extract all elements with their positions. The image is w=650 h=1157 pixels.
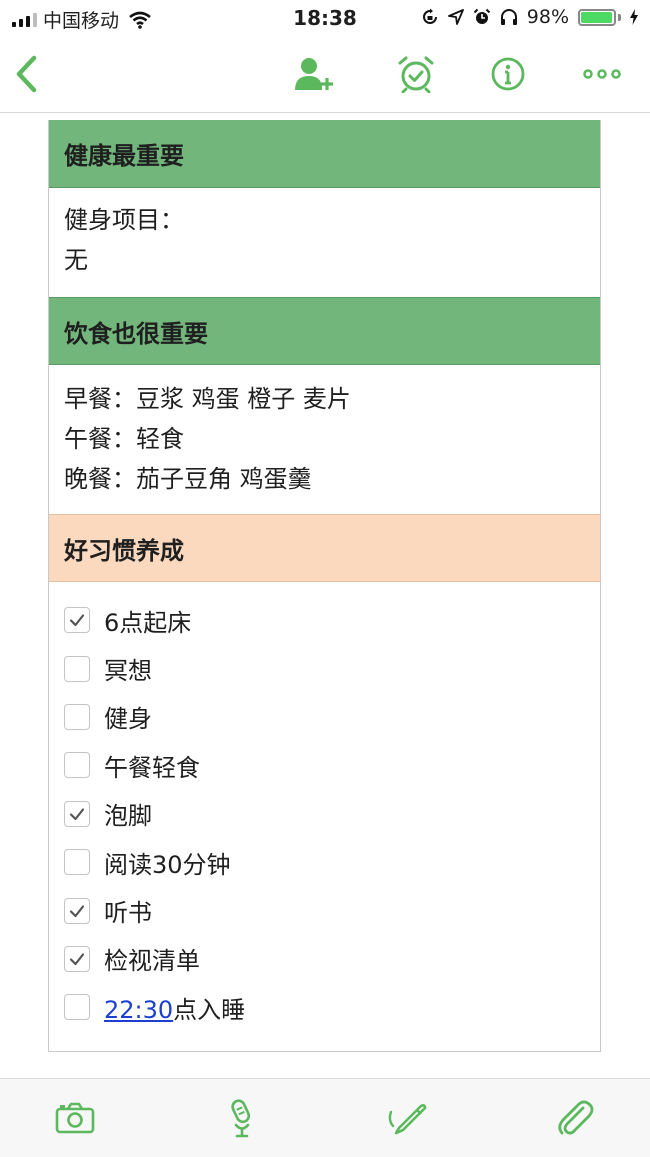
checklist-item: 检视清单 <box>64 935 585 983</box>
back-button[interactable] <box>2 50 50 98</box>
alarm-clock-icon <box>398 56 434 93</box>
pen-icon <box>388 1104 427 1135</box>
battery-icon <box>578 8 621 26</box>
checkmark-icon <box>69 808 85 820</box>
checklist-item: 冥想 <box>64 644 585 692</box>
checklist-item-label: 午餐轻食 <box>104 753 200 782</box>
checkbox[interactable] <box>64 849 90 876</box>
note-nav-bar <box>0 36 650 113</box>
checklist-item: 健身 <box>64 693 585 741</box>
checklist-item: 听书 <box>64 886 585 934</box>
checklist-item-label: 检视清单 <box>104 947 200 976</box>
text-line: 早餐：豆浆 鸡蛋 橙子 麦片 <box>64 385 351 413</box>
alarm-icon <box>473 8 490 24</box>
checklist-item-label: 健身 <box>104 705 152 734</box>
status-bar: 中国移动 18:38 98% <box>0 0 650 36</box>
note-info-button[interactable] <box>484 50 532 98</box>
status-right: 98% <box>421 6 638 28</box>
checkbox[interactable] <box>64 752 90 779</box>
checklist-item-label: 泡脚 <box>104 802 152 831</box>
note-content[interactable]: 健康最重要 健身项目： 无 饮食也很重要 早餐：豆浆 鸡蛋 橙子 麦片 午餐：轻… <box>48 120 601 1052</box>
checklist-item-label: 阅读30分钟 <box>104 850 231 879</box>
checklist-item: 午餐轻食 <box>64 741 585 789</box>
text-line: 午餐：轻食 <box>64 425 184 453</box>
checkbox[interactable] <box>64 800 90 827</box>
checkbox[interactable] <box>64 703 90 730</box>
checklist-item-label: 22:30点入睡 <box>104 990 245 1025</box>
checklist-item: 泡脚 <box>64 790 585 838</box>
paperclip-icon <box>558 1100 594 1135</box>
checklist-item-text: 点入睡 <box>173 995 246 1024</box>
checklist-item: 阅读30分钟 <box>64 838 585 886</box>
section-header-diet: 饮食也很重要 <box>49 297 600 365</box>
checkbox[interactable] <box>64 607 90 634</box>
checklist-item-label: 冥想 <box>104 657 152 686</box>
microphone-icon <box>231 1099 251 1138</box>
add-user-icon <box>295 58 333 90</box>
checklist-item-label: 听书 <box>104 899 152 928</box>
charging-icon <box>630 9 638 25</box>
section-body-health[interactable]: 健身项目： 无 <box>49 188 600 297</box>
more-button[interactable] <box>578 50 626 98</box>
location-icon <box>447 9 464 25</box>
headphones-icon <box>500 9 517 25</box>
more-icon <box>583 69 621 79</box>
text-line: 晚餐：茄子豆角 鸡蛋羹 <box>64 465 312 493</box>
camera-button[interactable] <box>53 1096 97 1140</box>
text-line: 无 <box>64 246 88 274</box>
section-header-health: 健康最重要 <box>49 120 600 188</box>
section-body-diet[interactable]: 早餐：豆浆 鸡蛋 橙子 麦片 午餐：轻食 晚餐：茄子豆角 鸡蛋羹 <box>49 365 600 514</box>
orientation-lock-icon <box>422 8 437 24</box>
camera-icon <box>55 1102 95 1134</box>
chevron-left-icon <box>16 55 37 93</box>
checkmark-icon <box>69 904 85 917</box>
checkbox[interactable] <box>64 897 90 924</box>
checkbox[interactable] <box>64 655 90 682</box>
audio-button[interactable] <box>220 1096 264 1140</box>
habit-checklist: 6点起床 冥想 健身 午餐轻食 泡脚 阅读30分钟 听书 检视清单 22:30点… <box>49 582 600 1032</box>
attachment-button[interactable] <box>553 1096 597 1140</box>
reminder-button[interactable] <box>392 50 440 98</box>
checklist-item: 22:30点入睡 <box>64 983 585 1031</box>
info-icon <box>491 57 525 91</box>
checkbox[interactable] <box>64 945 90 972</box>
bottom-toolbar <box>0 1078 650 1157</box>
text-line: 健身项目： <box>64 206 184 234</box>
handwriting-button[interactable] <box>386 1096 430 1140</box>
section-header-habits: 好习惯养成 <box>49 514 600 582</box>
share-button[interactable] <box>290 50 338 98</box>
checklist-item: 6点起床 <box>64 596 585 644</box>
time-link[interactable]: 22:30 <box>104 996 173 1024</box>
battery-percent: 98% <box>526 6 569 28</box>
checkmark-icon <box>69 614 85 627</box>
checkmark-icon <box>69 953 85 966</box>
checkbox[interactable] <box>64 994 90 1021</box>
checklist-item-label: 6点起床 <box>104 608 192 637</box>
